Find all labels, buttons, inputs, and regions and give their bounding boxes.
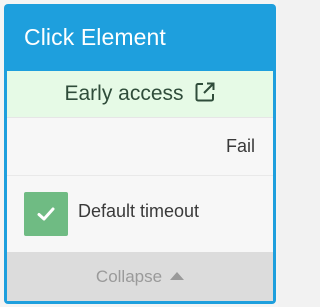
fail-label: Fail	[225, 136, 255, 156]
node-header[interactable]: Click Element	[7, 4, 273, 71]
node-title: Click Element	[24, 24, 166, 50]
collapse-label: Collapse	[95, 266, 163, 286]
default-timeout-option[interactable]: Default timeout	[7, 176, 273, 252]
node-body: Early access Fail Default timeout Collap…	[7, 71, 273, 301]
early-access-label: Early access	[64, 82, 184, 105]
fail-output[interactable]: Fail	[7, 118, 273, 176]
click-element-node[interactable]: Click Element Early access Fail Default …	[4, 4, 276, 304]
checkmark-icon	[37, 207, 55, 221]
default-timeout-label: Default timeout	[78, 200, 200, 221]
collapse-button[interactable]: Collapse	[7, 252, 273, 301]
external-link-icon	[194, 81, 216, 103]
caret-up-icon	[170, 271, 185, 280]
early-access-link[interactable]: Early access	[7, 71, 273, 118]
default-timeout-checkbox[interactable]	[24, 192, 68, 236]
node-content: Fail Default timeout	[7, 118, 273, 252]
